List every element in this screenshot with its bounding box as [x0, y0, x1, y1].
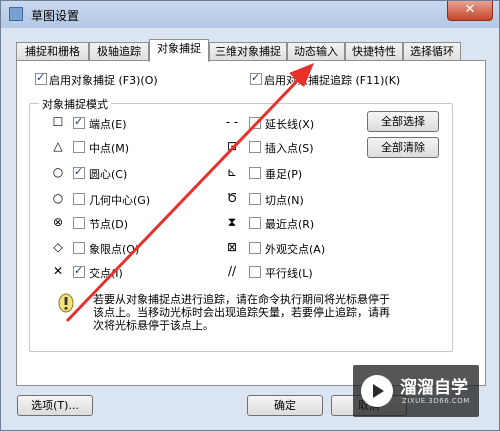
close-button[interactable]: ✕: [447, 1, 493, 21]
warning-icon: [58, 293, 74, 313]
window-title: 草图设置: [31, 9, 80, 23]
tab-quick-properties[interactable]: 快捷特性: [345, 42, 403, 61]
quadrant-label: 象限点(Q): [89, 243, 140, 256]
enable-tracking-checkbox[interactable]: [250, 71, 262, 85]
endpoint-label: 端点(E): [89, 118, 127, 131]
apparent-intersection-checkbox[interactable]: [249, 242, 261, 254]
snap-modes-title: 对象捕捉模式: [39, 96, 111, 112]
cross-icon: ✕: [52, 264, 64, 278]
extension-label: 延长线(X): [265, 118, 315, 131]
apparent-intersection-label: 外观交点(A): [265, 243, 326, 256]
diamond-icon: ◇: [53, 240, 63, 254]
center-label: 圆心(C): [89, 168, 128, 181]
play-logo-icon: [361, 375, 393, 407]
tab-3d-object-snap[interactable]: 三维对象捕捉: [209, 42, 287, 61]
node-label: 节点(D): [89, 218, 129, 231]
enable-snap-label: 启用对象捕捉 (F3)(O): [49, 74, 158, 87]
midpoint-label: 中点(M): [89, 142, 130, 155]
tab-snap-grid[interactable]: 捕捉和栅格: [16, 42, 89, 61]
nearest-checkbox[interactable]: [249, 217, 261, 229]
tangent-label: 切点(N): [265, 194, 304, 207]
enable-snap-checkbox[interactable]: [35, 71, 47, 85]
perpendicular-icon: ⊾: [226, 165, 238, 179]
options-button[interactable]: 选项(T)...: [17, 395, 93, 416]
tangent-icon: Ծ: [226, 191, 238, 205]
tab-selection-cycling[interactable]: 选择循环: [403, 42, 461, 61]
perpendicular-checkbox[interactable]: [249, 167, 261, 179]
title-bar[interactable]: 草图设置 ✕: [1, 1, 499, 28]
nearest-label: 最近点(R): [265, 218, 315, 231]
watermark-logo: 溜溜自学 ZIXUE.3D66.COM: [353, 365, 479, 417]
hint-line-3: 次将光标悬停于该点上。: [93, 319, 214, 332]
extension-icon: - -: [225, 115, 239, 129]
tab-dynamic-input[interactable]: 动态输入: [287, 42, 345, 61]
circle-icon: ○: [52, 165, 64, 179]
geometric-center-checkbox[interactable]: [73, 193, 85, 205]
enable-tracking-label: 启用对象捕捉追踪 (F11)(K): [264, 74, 401, 87]
quadrant-checkbox[interactable]: [73, 242, 85, 254]
extension-checkbox[interactable]: [249, 117, 261, 129]
insertion-checkbox[interactable]: [249, 141, 261, 153]
circle-icon: ○: [52, 191, 64, 205]
watermark-name: 溜溜自学: [400, 378, 468, 398]
tab-strip: 捕捉和栅格 极轴追踪 对象捕捉 三维对象捕捉 动态输入 快捷特性 选择循环: [16, 39, 486, 62]
tangent-checkbox[interactable]: [249, 193, 261, 205]
node-checkbox[interactable]: [73, 217, 85, 229]
midpoint-checkbox[interactable]: [73, 141, 85, 153]
tab-object-snap[interactable]: 对象捕捉: [149, 39, 209, 62]
watermark-url: ZIXUE.3D66.COM: [402, 397, 470, 405]
parallel-checkbox[interactable]: [249, 266, 261, 278]
clear-all-button[interactable]: 全部清除: [367, 137, 439, 158]
parallel-label: 平行线(L): [265, 267, 313, 280]
endpoint-checkbox[interactable]: [73, 115, 85, 129]
parallel-icon: //: [227, 264, 237, 278]
intersection-checkbox[interactable]: [73, 264, 85, 278]
square-icon: ☐: [52, 115, 64, 129]
perpendicular-label: 垂足(P): [265, 168, 303, 181]
nearest-icon: ⧗: [227, 215, 237, 229]
geometric-center-label: 几何中心(G): [89, 194, 151, 207]
triangle-icon: △: [53, 139, 63, 153]
insertion-label: 插入点(S): [265, 142, 314, 155]
node-icon: ⊗: [52, 215, 64, 229]
ok-button[interactable]: 确定: [247, 395, 323, 416]
tab-polar-tracking[interactable]: 极轴追踪: [89, 42, 149, 61]
insertion-icon: ⊡: [226, 139, 238, 153]
center-checkbox[interactable]: [73, 165, 85, 179]
apparent-intersection-icon: ⊠: [226, 240, 238, 254]
app-icon: [9, 7, 23, 21]
intersection-label: 交点(I): [89, 267, 123, 280]
select-all-button[interactable]: 全部选择: [367, 111, 439, 132]
dialog-window: 草图设置 ✕ 捕捉和栅格 极轴追踪 对象捕捉 三维对象捕捉 动态输入 快捷特性 …: [0, 0, 500, 431]
